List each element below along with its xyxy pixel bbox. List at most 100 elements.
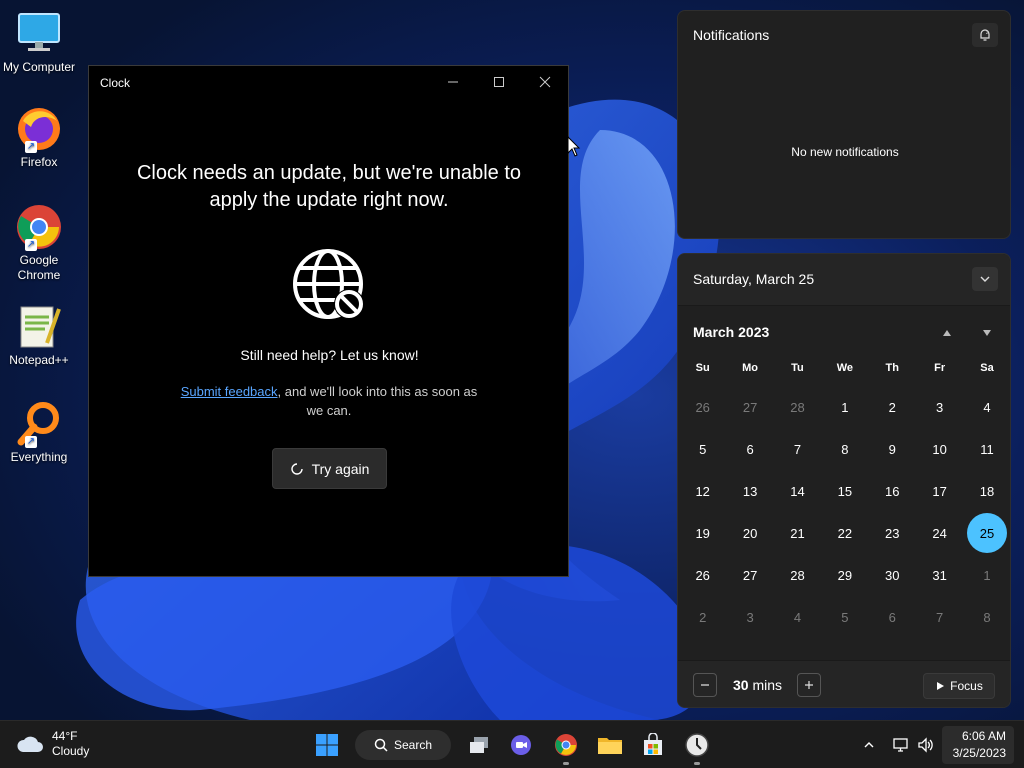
do-not-disturb-button[interactable]: z <box>972 23 998 47</box>
focus-button-label: Focus <box>950 679 983 693</box>
calendar-day[interactable]: 16 <box>869 470 916 512</box>
taskbar-chrome-button[interactable] <box>549 729 583 765</box>
taskbar-clock-app-button[interactable] <box>680 729 714 765</box>
calendar-day-number: 3 <box>936 399 944 415</box>
calendar-day[interactable]: 7 <box>916 596 963 638</box>
calendar-day[interactable]: 11 <box>963 428 1010 470</box>
calendar-day[interactable]: 15 <box>821 470 868 512</box>
calendar-day[interactable]: 5 <box>821 596 868 638</box>
calendar-day-number: 22 <box>837 525 853 541</box>
previous-month-button[interactable] <box>938 324 956 342</box>
no-notifications-text: No new notifications <box>791 145 899 159</box>
teams-chat-button[interactable] <box>504 729 538 761</box>
calendar-day[interactable]: 17 <box>916 470 963 512</box>
taskbar-search-button[interactable]: Search <box>355 730 451 760</box>
calendar-day-number: 21 <box>790 525 805 541</box>
calendar-day[interactable]: 22 <box>821 512 868 554</box>
calendar-day[interactable]: 1 <box>821 386 868 428</box>
taskbar-date: 3/25/2023 <box>952 746 1006 760</box>
calendar-day[interactable]: 26 <box>679 386 726 428</box>
task-view-button[interactable] <box>462 729 496 761</box>
focus-increase-button[interactable] <box>797 673 821 697</box>
running-indicator <box>694 762 700 765</box>
desktop-icon-notepad-plus-plus[interactable]: Notepad++ <box>2 303 76 368</box>
desktop-icon-google-chrome[interactable]: ↗ Google Chrome <box>2 203 76 283</box>
title-bar[interactable]: Clock <box>89 66 568 99</box>
calendar-header: Saturday, March 25 <box>678 254 1010 306</box>
calendar-day[interactable]: 8 <box>963 596 1010 638</box>
calendar-day-number: 12 <box>695 483 710 499</box>
calendar-day[interactable]: 6 <box>869 596 916 638</box>
shortcut-arrow-icon: ↗ <box>25 141 37 153</box>
next-month-button[interactable] <box>978 324 996 342</box>
calendar-day[interactable]: 4 <box>963 386 1010 428</box>
calendar-day[interactable]: 10 <box>916 428 963 470</box>
calendar-day[interactable]: 13 <box>726 470 773 512</box>
calendar-day[interactable]: 6 <box>726 428 773 470</box>
calendar-day[interactable]: 28 <box>774 554 821 596</box>
microsoft-store-button[interactable] <box>636 729 670 761</box>
calendar-day-number: 10 <box>932 441 947 457</box>
calendar-day[interactable]: 18 <box>963 470 1010 512</box>
calendar-day[interactable]: 27 <box>726 386 773 428</box>
weekday-label: Su <box>695 362 710 374</box>
calendar-day[interactable]: 23 <box>869 512 916 554</box>
calendar-day[interactable]: 8 <box>821 428 868 470</box>
calendar-day[interactable]: 4 <box>774 596 821 638</box>
calendar-day[interactable]: 2 <box>869 386 916 428</box>
maximize-button[interactable] <box>476 66 522 98</box>
focus-decrease-button[interactable] <box>693 673 717 697</box>
calendar-day[interactable]: 9 <box>869 428 916 470</box>
desktop-icon-my-computer[interactable]: My Computer <box>2 10 76 75</box>
desktop-icon-everything[interactable]: ↗ Everything <box>2 400 76 465</box>
calendar-day[interactable]: 26 <box>679 554 726 596</box>
calendar-week-row: 26 27 28 29 30 31 1 <box>679 554 1010 596</box>
monitor-icon <box>15 10 63 58</box>
clock-app-window[interactable]: Clock Clock needs an update, but we're u… <box>88 65 569 577</box>
calendar-day[interactable]: 3 <box>916 386 963 428</box>
calendar-day-number: 20 <box>742 525 758 541</box>
calendar-day-selected[interactable]: 25 <box>963 512 1010 554</box>
focus-session-bar: 30 mins Focus <box>678 660 1010 707</box>
calendar-day-number: 11 <box>980 441 994 457</box>
calendar-day[interactable]: 30 <box>869 554 916 596</box>
calendar-day-number: 27 <box>742 567 758 583</box>
submit-feedback-link[interactable]: Submit feedback <box>181 384 278 399</box>
close-button[interactable] <box>522 66 568 98</box>
calendar-day-number: 23 <box>885 525 900 541</box>
calendar-day[interactable]: 7 <box>774 428 821 470</box>
taskbar-clock[interactable]: 6:06 AM 3/25/2023 <box>942 726 1014 764</box>
file-explorer-button[interactable] <box>593 729 627 761</box>
chevron-up-icon <box>864 742 874 748</box>
calendar-day[interactable]: 19 <box>679 512 726 554</box>
calendar-day-number: 14 <box>790 483 805 499</box>
calendar-day[interactable]: 21 <box>774 512 821 554</box>
calendar-day[interactable]: 29 <box>821 554 868 596</box>
desktop-icon-firefox[interactable]: ↗ Firefox <box>2 105 76 170</box>
show-hidden-icons-button[interactable] <box>858 733 880 757</box>
try-again-button[interactable]: Try again <box>272 448 387 489</box>
focus-start-button[interactable]: Focus <box>923 673 995 699</box>
calendar-collapse-button[interactable] <box>972 267 998 291</box>
start-icon <box>316 734 338 756</box>
calendar-day[interactable]: 1 <box>963 554 1010 596</box>
calendar-day[interactable]: 5 <box>679 428 726 470</box>
calendar-day[interactable]: 14 <box>774 470 821 512</box>
calendar-day-number: 2 <box>888 399 896 415</box>
calendar-day[interactable]: 24 <box>916 512 963 554</box>
start-button[interactable] <box>310 729 344 761</box>
calendar-month-label[interactable]: March 2023 <box>693 324 769 340</box>
calendar-day[interactable]: 20 <box>726 512 773 554</box>
calendar-day[interactable]: 2 <box>679 596 726 638</box>
calendar-day[interactable]: 31 <box>916 554 963 596</box>
mouse-cursor-icon <box>567 136 581 157</box>
system-tray-quick-settings[interactable] <box>888 733 938 757</box>
calendar-day[interactable]: 28 <box>774 386 821 428</box>
desktop-icon-label: Firefox <box>20 155 58 169</box>
clock-app-icon <box>685 733 709 757</box>
calendar-day[interactable]: 12 <box>679 470 726 512</box>
calendar-day[interactable]: 3 <box>726 596 773 638</box>
minimize-button[interactable] <box>430 66 476 98</box>
calendar-day[interactable]: 27 <box>726 554 773 596</box>
weather-widget[interactable]: 44°F Cloudy <box>16 729 89 759</box>
